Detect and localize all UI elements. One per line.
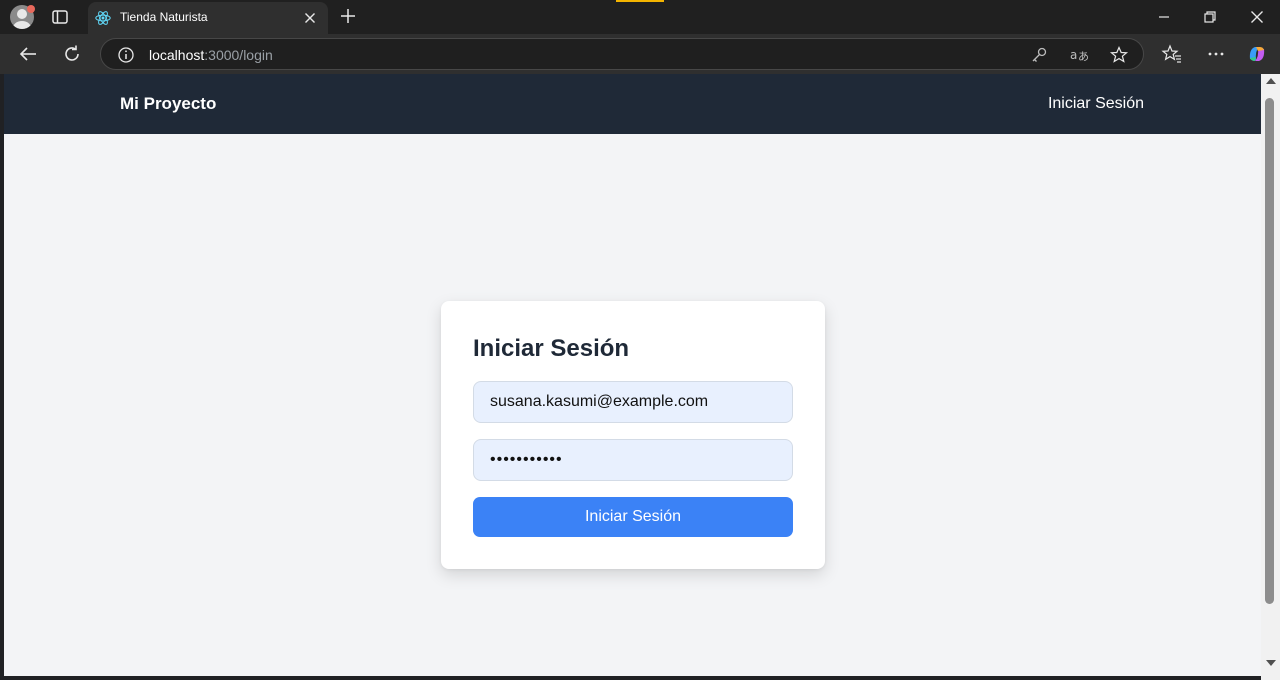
new-tab-icon[interactable]	[338, 6, 358, 26]
url-text: localhost:3000/login	[149, 47, 273, 63]
window-accent-mark	[616, 0, 664, 2]
browser-toolbar: localhost:3000/login a あ	[0, 34, 1280, 74]
favorites-icon[interactable]	[1161, 43, 1183, 65]
page-scrollbar[interactable]	[1261, 74, 1280, 680]
copilot-icon[interactable]	[1246, 43, 1268, 65]
scroll-thumb[interactable]	[1265, 98, 1274, 604]
email-field[interactable]	[473, 381, 793, 423]
url-host: localhost	[149, 47, 205, 63]
scroll-down-arrow-icon[interactable]	[1266, 660, 1276, 666]
key-icon[interactable]	[1029, 45, 1049, 65]
close-tab-icon[interactable]	[302, 10, 318, 26]
tab-title: Tienda Naturista	[120, 10, 208, 24]
minimize-icon[interactable]	[1154, 7, 1174, 27]
react-icon	[95, 11, 111, 25]
close-window-icon[interactable]	[1247, 7, 1267, 27]
window-bottom-edge	[0, 676, 1261, 680]
browser-tab-active[interactable]: Tienda Naturista	[88, 2, 328, 34]
info-icon[interactable]	[117, 46, 135, 64]
tab-actions-icon[interactable]	[50, 7, 70, 27]
login-card: Iniciar Sesión Iniciar Sesión	[441, 301, 825, 569]
url-path: :3000/login	[204, 47, 273, 63]
svg-text:a: a	[1070, 48, 1077, 62]
restore-icon[interactable]	[1200, 7, 1220, 27]
address-bar[interactable]: localhost:3000/login a あ	[100, 38, 1144, 70]
site-navbar: Mi Proyecto Iniciar Sesión	[4, 74, 1261, 134]
scroll-up-arrow-icon[interactable]	[1266, 78, 1276, 84]
svg-text:あ: あ	[1078, 50, 1089, 63]
password-field[interactable]	[473, 439, 793, 481]
login-title: Iniciar Sesión	[473, 335, 630, 362]
translate-icon[interactable]: a あ	[1069, 45, 1089, 65]
profile-notification-dot	[27, 5, 35, 13]
login-submit-button[interactable]: Iniciar Sesión	[473, 497, 793, 537]
more-icon[interactable]	[1205, 43, 1227, 65]
reload-icon[interactable]	[61, 43, 83, 65]
page-viewport: Mi Proyecto Iniciar Sesión Iniciar Sesió…	[4, 74, 1261, 676]
star-icon[interactable]	[1109, 45, 1129, 65]
back-arrow-icon[interactable]	[17, 43, 39, 65]
brand-logo-text[interactable]: Mi Proyecto	[120, 94, 216, 114]
nav-login-link[interactable]: Iniciar Sesión	[1048, 95, 1144, 113]
browser-titlebar: Tienda Naturista	[0, 0, 1280, 34]
